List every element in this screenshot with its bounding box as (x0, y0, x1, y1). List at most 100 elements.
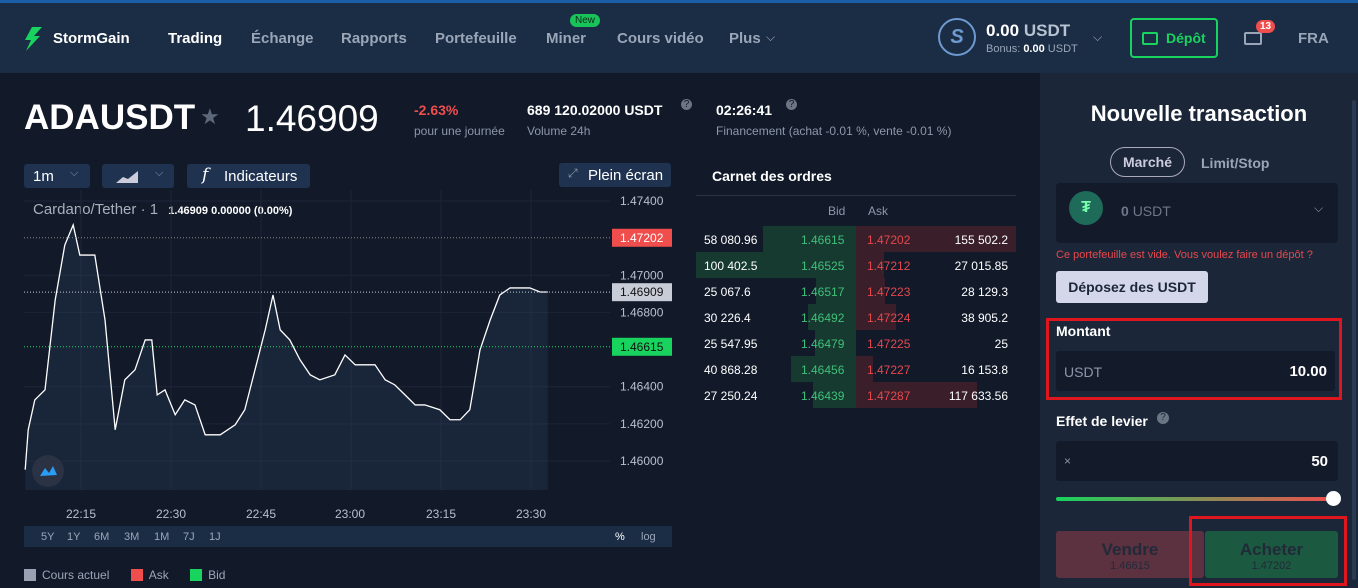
ask-price: 1.47224 (867, 311, 911, 325)
current-price-label: 1.46909 (620, 285, 664, 299)
empty-wallet-message[interactable]: Ce portefeuille est vide. Vous voulez fa… (1056, 249, 1313, 261)
timeframe-6m[interactable]: 6M (94, 531, 109, 543)
leverage-slider-handle[interactable] (1326, 491, 1341, 506)
ask-amount: 27 015.85 (954, 259, 1008, 273)
buy-price: 1.47202 (1251, 560, 1292, 572)
orderbook-row[interactable]: 25 067.6 1.46517 1.47223 28 129.3 (696, 278, 1016, 304)
orderbook-row[interactable]: 30 226.4 1.46492 1.47224 38 905.2 (696, 304, 1016, 330)
interval-select[interactable]: 1m ⌵ (24, 164, 90, 188)
fullscreen-button[interactable]: ⤢ Plein écran (559, 163, 671, 187)
x-tick: 22:45 (246, 507, 277, 521)
balance-amount: 0.00 (986, 21, 1020, 40)
buy-button[interactable]: Acheter 1.47202 (1205, 531, 1338, 578)
timeframe-7j[interactable]: 7J (183, 531, 195, 543)
funding-time: 02:26:41 (716, 102, 773, 118)
bid-amount: 27 250.24 (704, 389, 758, 403)
price-chart[interactable]: 1.47400 1.47000 1.46800 1.46400 1.46200 1.460… (0, 190, 672, 510)
y-tick: 1.47000 (620, 268, 664, 282)
bid-swatch (190, 569, 203, 581)
volume-help-icon[interactable]: ? (681, 99, 692, 110)
tradingview-logo-icon[interactable] (32, 455, 64, 487)
timeframe-5y[interactable]: 5Y (41, 531, 54, 543)
favorite-star-icon[interactable]: ★ (200, 104, 220, 130)
bid-amount: 25 067.6 (704, 285, 751, 299)
balance-logo-icon: S (938, 18, 976, 56)
deposit-button[interactable]: Dépôt (1130, 18, 1218, 58)
ask-amount: 25 (994, 337, 1008, 351)
funding-help-icon[interactable]: ? (786, 99, 797, 110)
divider (696, 195, 1016, 196)
y-tick: 1.46200 (620, 417, 664, 431)
bid-amount: 58 080.96 (704, 233, 758, 247)
balance[interactable]: 0.00 USDT (986, 21, 1070, 41)
orderbook-row[interactable]: 100 402.5 1.46525 1.47212 27 015.85 (696, 252, 1016, 278)
tab-market[interactable]: Marché (1110, 147, 1185, 177)
bonus-amount: 0.00 (1023, 43, 1045, 55)
nav-miner[interactable]: Miner (546, 30, 586, 47)
percent-scale-toggle[interactable]: % (615, 531, 625, 543)
bonus-currency: USDT (1047, 43, 1078, 55)
log-scale-toggle[interactable]: log (641, 531, 656, 543)
nav-trading[interactable]: Trading (168, 30, 222, 47)
bid-price: 1.46492 (801, 311, 845, 325)
ask-price: 1.47287 (867, 389, 911, 403)
orderbook-title: Carnet des ordres (712, 168, 832, 184)
nav-echange[interactable]: Échange (251, 30, 314, 47)
tether-icon: ₮ (1069, 191, 1103, 225)
balance-chevron-icon[interactable]: ⌵ (1093, 30, 1102, 45)
current-price: 1.46909 (245, 98, 379, 139)
chart-type-select[interactable]: ⌵ (102, 164, 174, 188)
leverage-slider[interactable] (1056, 497, 1336, 501)
amount-label: Montant (1056, 323, 1111, 339)
volume: 689 120.02000 USDT (527, 102, 663, 118)
panel-scrollbar[interactable] (1352, 100, 1356, 580)
bid-price: 1.46439 (801, 389, 845, 403)
nav-cours-video[interactable]: Cours vidéo (617, 30, 704, 47)
deposit-usdt-button[interactable]: Déposez des USDT (1056, 271, 1208, 303)
chevron-down-icon: ⌵ (1314, 201, 1324, 215)
bid-price: 1.46456 (801, 363, 845, 377)
y-tick: 1.46400 (620, 380, 664, 394)
ask-amount: 28 129.3 (961, 285, 1008, 299)
timeframe-3m[interactable]: 3M (124, 531, 139, 543)
sell-button[interactable]: Vendre 1.46615 (1056, 531, 1204, 578)
ask-price: 1.47227 (867, 363, 911, 377)
orderbook-row[interactable]: 58 080.96 1.46615 1.47202 155 502.2 (696, 226, 1016, 252)
ask-price-label: 1.47202 (620, 231, 664, 245)
tab-limit-stop[interactable]: Limit/Stop (1201, 155, 1269, 171)
amount-input[interactable]: USDT 10.00 (1056, 351, 1335, 391)
nav-portefeuille[interactable]: Portefeuille (435, 30, 517, 47)
nav-rapports[interactable]: Rapports (341, 30, 407, 47)
leverage-input[interactable]: × 50 (1056, 441, 1338, 481)
timeframe-1j[interactable]: 1J (209, 531, 221, 543)
ask-amount: 117 633.56 (948, 389, 1008, 403)
interval-value: 1m (33, 168, 54, 185)
amount-currency: USDT (1064, 364, 1103, 380)
leverage-help-icon[interactable]: ? (1157, 412, 1169, 424)
x-tick: 22:30 (156, 507, 187, 521)
multiply-icon: × (1064, 454, 1072, 468)
bid-price-label: 1.46615 (620, 340, 664, 354)
bid-price: 1.46615 (801, 233, 845, 247)
price-area (25, 224, 548, 490)
timeframe-1m[interactable]: 1M (154, 531, 169, 543)
ask-swatch (130, 569, 143, 581)
orderbook-row[interactable]: 25 547.95 1.46479 1.47225 25 (696, 330, 1016, 356)
current-swatch (24, 569, 36, 581)
orderbook-row[interactable]: 27 250.24 1.46439 1.47287 117 633.56 (696, 382, 1016, 408)
brand-name: StormGain (53, 30, 130, 47)
mail-icon[interactable] (1244, 32, 1262, 45)
panel-title: Nouvelle transaction (1090, 101, 1308, 126)
orderbook-row[interactable]: 40 868.28 1.46456 1.47227 16 153.8 (696, 356, 1016, 382)
buy-label: Acheter (1239, 540, 1304, 559)
language-selector[interactable]: FRA (1298, 30, 1329, 47)
timeframe-bar (24, 526, 672, 547)
y-tick: 1.46000 (620, 454, 664, 468)
timeframe-1y[interactable]: 1Y (67, 531, 80, 543)
nav-plus[interactable]: Plus (729, 30, 761, 47)
wallet-select[interactable]: ₮ 0 USDT ⌵ (1056, 183, 1338, 243)
x-tick: 22:15 (66, 507, 97, 521)
indicators-button[interactable]: f Indicateurs (187, 164, 310, 188)
daily-change-label: pour une journée (414, 124, 505, 138)
chevron-down-icon: ⌵ (766, 30, 776, 44)
